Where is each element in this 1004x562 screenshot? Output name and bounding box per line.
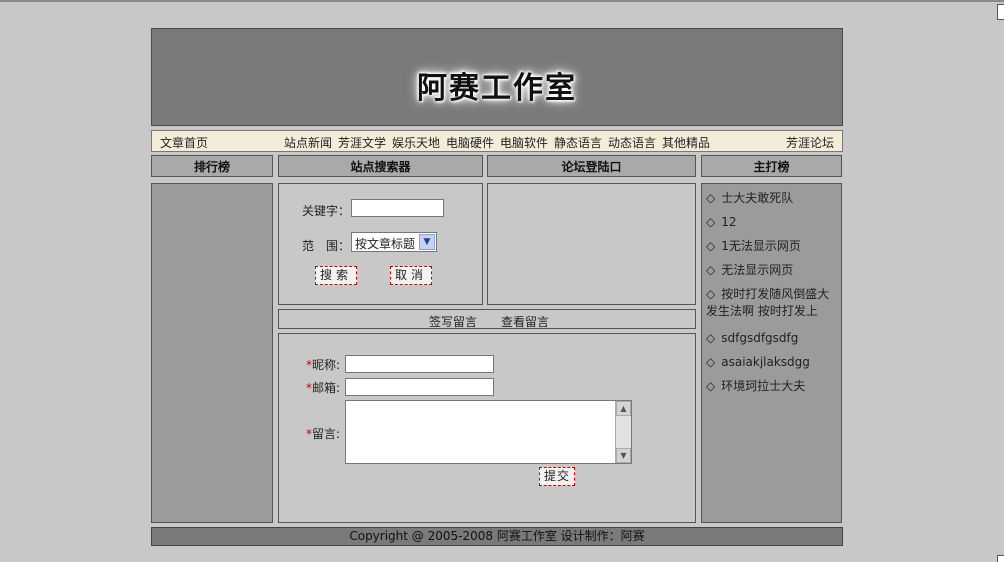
diamond-icon: ◇: [706, 239, 716, 253]
message-label: *留言:: [306, 427, 341, 441]
forum-login-panel: [487, 183, 696, 305]
diamond-icon: ◇: [706, 331, 716, 345]
cancel-button[interactable]: 取消: [390, 266, 432, 285]
scope-label: 范 围：: [302, 239, 351, 253]
diamond-icon: ◇: [706, 191, 716, 205]
featured-item[interactable]: ◇ 按时打发随风倒盛大发生法啊 按时打发上: [706, 286, 838, 320]
copyright-text: Copyright @ 2005-2008 阿赛工作室 设计制作：阿赛: [349, 529, 645, 543]
nav-item-entertainment[interactable]: 娱乐天地: [392, 134, 440, 151]
nav-forum-link[interactable]: 芳涯论坛: [786, 134, 834, 151]
diamond-icon: ◇: [706, 287, 716, 301]
keyword-label: 关键字：: [302, 204, 351, 218]
nav-home-link[interactable]: 文章首页: [160, 134, 208, 151]
guestbook-links-bar: 签写留言 查看留言: [278, 309, 696, 329]
diamond-icon: ◇: [706, 355, 716, 369]
email-input[interactable]: [345, 378, 494, 396]
featured-item[interactable]: ◇ 无法显示网页: [706, 262, 793, 279]
scope-select-value: 按文章标题: [355, 237, 416, 251]
search-header: 站点搜索器: [278, 155, 483, 177]
main-nav: 文章首页 站点新闻 芳涯文学 娱乐天地 电脑硬件 电脑软件 静态语言 动态语言 …: [151, 130, 843, 152]
diamond-icon: ◇: [706, 215, 716, 229]
site-footer: Copyright @ 2005-2008 阿赛工作室 设计制作：阿赛: [151, 527, 843, 546]
window-corner-top: [997, 4, 1004, 20]
nav-item-hardware[interactable]: 电脑硬件: [446, 134, 494, 151]
keyword-input[interactable]: [351, 199, 444, 217]
diamond-icon: ◇: [706, 263, 716, 277]
featured-item[interactable]: ◇ asaiakjlaksdgg: [706, 354, 810, 371]
featured-panel: ◇ 士大夫敢死队 ◇ 12 ◇ 1无法显示网页 ◇ 无法显示网页 ◇ 按时打发随风倒盛大发…: [701, 183, 842, 523]
nav-item-site-news[interactable]: 站点新闻: [284, 134, 332, 151]
featured-item[interactable]: ◇ sdfgsdfgsdfg: [706, 330, 798, 347]
message-textarea[interactable]: ▲ ▼: [345, 400, 632, 464]
ranking-panel: [151, 183, 273, 523]
submit-button[interactable]: 提交: [539, 467, 575, 486]
nav-item-software[interactable]: 电脑软件: [500, 134, 548, 151]
chevron-down-icon[interactable]: ▼: [419, 234, 435, 250]
nickname-label: *昵称:: [306, 358, 341, 372]
view-messages-link[interactable]: 查看留言: [501, 313, 549, 330]
diamond-icon: ◇: [706, 379, 716, 393]
featured-item[interactable]: ◇ 12: [706, 214, 737, 231]
ranking-header: 排行榜: [151, 155, 273, 177]
write-message-link[interactable]: 签写留言: [429, 313, 477, 330]
featured-item[interactable]: ◇ 1无法显示网页: [706, 238, 801, 255]
arrow-down-icon[interactable]: ▼: [616, 448, 631, 463]
site-title: 阿赛工作室: [417, 71, 577, 106]
arrow-up-icon[interactable]: ▲: [616, 401, 631, 416]
site-banner: 阿赛工作室: [151, 28, 843, 126]
nav-item-dynamic-lang[interactable]: 动态语言: [608, 134, 656, 151]
nav-item-static-lang[interactable]: 静态语言: [554, 134, 602, 151]
search-button[interactable]: 搜索: [315, 266, 357, 285]
scope-select[interactable]: 按文章标题 ▼: [351, 232, 437, 252]
nav-item-others[interactable]: 其他精品: [662, 134, 710, 151]
message-scrollbar[interactable]: ▲ ▼: [615, 401, 631, 463]
nickname-input[interactable]: [345, 355, 494, 373]
featured-item[interactable]: ◇ 士大夫敢死队: [706, 190, 793, 207]
login-header: 论坛登陆口: [487, 155, 696, 177]
email-label: *邮箱:: [306, 381, 341, 395]
window-corner-bottom: [997, 555, 1004, 562]
featured-header: 主打榜: [701, 155, 842, 177]
featured-item[interactable]: ◇ 环境珂拉士大夫: [706, 378, 805, 395]
nav-item-literature[interactable]: 芳涯文学: [338, 134, 386, 151]
